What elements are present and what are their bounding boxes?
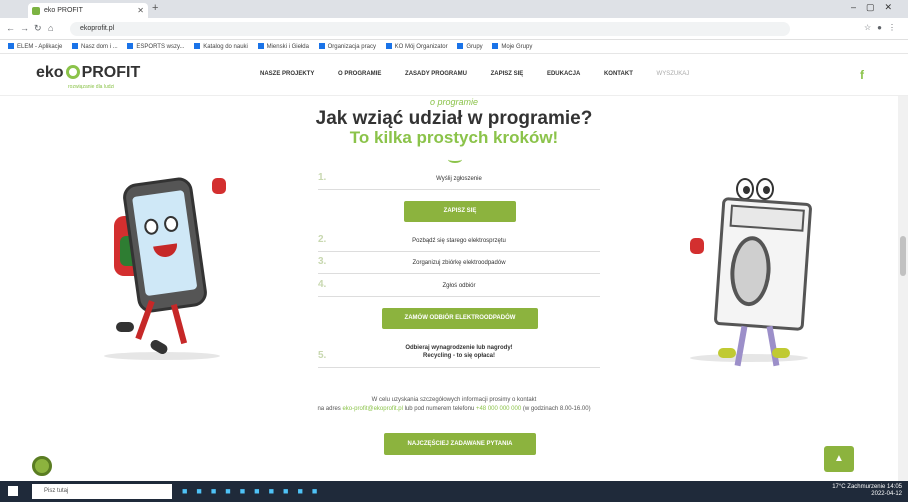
site-logo[interactable]: eko PROFIT rozwiązanie dla ludzi (36, 64, 140, 90)
taskbar-search-input[interactable]: Pisz tutaj (32, 484, 172, 499)
phone-shoe (116, 322, 134, 332)
browser-tab-bar: eko PROFIT ✕ + –▢✕ (0, 0, 908, 18)
phone-thumbs-up-icon (212, 178, 226, 194)
bookmark-item[interactable]: Moje Grupy (492, 40, 532, 53)
tray-time: 14:05 (886, 484, 902, 490)
step-4: 4. Zgłoś odbiór (318, 279, 600, 297)
bookmark-item[interactable]: ESPORTS wszy... (127, 40, 185, 53)
bookmark-item[interactable]: KO Mój Organizator (385, 40, 448, 53)
scroll-top-button[interactable]: ▲ (824, 446, 854, 472)
washer-shoe (718, 348, 736, 358)
washer-eye-left (736, 178, 754, 200)
bookmarks-bar: ELEM - Aplikacje Nasz dom i ... ESPORTS … (0, 40, 908, 54)
bookmark-item[interactable]: ELEM - Aplikacje (8, 40, 62, 53)
step-text: Pozbądź się starego elektrosprzętu (412, 238, 506, 244)
washer-eye-right (756, 178, 774, 200)
tab-title: eko PROFIT (44, 7, 83, 14)
step-1: 1. Wyślij zgłoszenie (318, 172, 600, 190)
menu-item-rules[interactable]: ZASADY PROGRAMU (405, 71, 467, 77)
facebook-icon[interactable]: f (860, 68, 864, 82)
browser-menu-icon[interactable]: ☆●⋮ (864, 23, 902, 32)
new-tab-icon[interactable]: + (152, 2, 158, 14)
site-header: eko PROFIT rozwiązanie dla ludzi NASZE PR… (0, 54, 908, 96)
order-pickup-button[interactable]: ZAMÓW ODBIÓR ELEKTROODPADÓW (382, 308, 538, 329)
close-tab-icon[interactable]: ✕ (137, 3, 144, 18)
step-text: Wyślij zgłoszenie (436, 176, 482, 182)
reload-icon[interactable]: ↻ (34, 23, 42, 34)
window-controls[interactable]: –▢✕ (851, 2, 902, 13)
step-text: Zgłoś odbiór (442, 283, 476, 289)
bookmark-item[interactable]: Katalog do nauki (194, 40, 248, 53)
step-text: Odbieraj wynagrodzenie lub nagrody! Recy… (405, 345, 513, 359)
menu-item-projects[interactable]: NASZE PROJEKTY (260, 71, 314, 77)
washer-shoe (772, 348, 790, 358)
bookmark-item[interactable]: Nasz dom i ... (72, 40, 118, 53)
browser-tab[interactable]: eko PROFIT ✕ (28, 3, 148, 18)
logo-tagline: rozwiązanie dla ludzi (68, 84, 115, 90)
bookmark-item[interactable]: Grupy (457, 40, 483, 53)
step-5: 5. Odbieraj wynagrodzenie lub nagrody! R… (318, 342, 600, 368)
address-bar-row: ← → ↻ ⌂ ekoprofit.pl ☆●⋮ (0, 18, 908, 40)
faq-button[interactable]: NAJCZĘŚCIEJ ZADAWANE PYTANIA (384, 433, 536, 455)
main-menu: NASZE PROJEKTY O PROGRAMIE ZASADY PROGRA… (260, 71, 711, 77)
menu-item-contact[interactable]: KONTAKT (604, 71, 633, 77)
system-tray[interactable]: 17°C Zachmurzenie 14:05 2022-04-12 (832, 484, 902, 498)
tray-date: 2022-04-12 (871, 491, 902, 497)
menu-item-signup[interactable]: ZAPISZ SIĘ (491, 71, 524, 77)
contact-email-link[interactable]: eko-profit@ekoprofit.pl (342, 406, 402, 412)
bookmark-item[interactable]: Mienski i Giełda (257, 40, 309, 53)
menu-item-search[interactable]: WYSZUKAJ (657, 71, 690, 77)
url-input[interactable]: ekoprofit.pl (70, 22, 790, 36)
washer-mascot-illustration (713, 197, 813, 331)
back-icon[interactable]: ← (6, 23, 15, 33)
menu-item-education[interactable]: EDUKACJA (547, 71, 580, 77)
home-icon[interactable]: ⌂ (48, 23, 53, 33)
windows-start-icon[interactable] (8, 486, 18, 496)
step-2: 2. Pozbądź się starego elektrosprzętu (318, 234, 600, 252)
forward-icon[interactable]: → (20, 23, 29, 33)
favicon-icon (32, 7, 40, 15)
phone-mascot-illustration (121, 175, 209, 315)
page-title: Jak wziąć udział w programie? (315, 108, 593, 129)
step-text: Zorganizuj zbiórkę elektroodpadów (412, 260, 506, 266)
contact-phone-link[interactable]: +48 000 000 000 (476, 406, 521, 412)
washer-shadow (690, 354, 808, 362)
taskbar-apps[interactable]: ■■■■■■■■■■ (182, 486, 326, 496)
section-pretitle: o programie (429, 97, 479, 107)
accessibility-button[interactable] (32, 456, 52, 476)
page-scrollbar[interactable] (898, 96, 908, 481)
windows-taskbar: Pisz tutaj ■■■■■■■■■■ 17°C Zachmurzenie … (0, 481, 908, 502)
washer-thumbs-up-icon (690, 238, 704, 254)
contact-info: W celu uzyskania szczegółowych informacj… (317, 397, 591, 412)
contact-info-line1: W celu uzyskania szczegółowych informacj… (371, 397, 537, 403)
step-3: 3. Zorganizuj zbiórkę elektroodpadów (318, 256, 600, 274)
leaf-logo-icon (65, 65, 80, 79)
page-subtitle: To kilka prostych kroków! (349, 128, 559, 147)
bookmark-item[interactable]: Organizacja pracy (318, 40, 376, 53)
tray-weather: 17°C Zachmurzenie (832, 484, 886, 490)
leaf-divider-icon (448, 156, 462, 163)
scrollbar-thumb[interactable] (900, 236, 906, 276)
phone-leg (170, 303, 188, 345)
menu-item-about[interactable]: O PROGRAMIE (338, 71, 381, 77)
signup-button[interactable]: ZAPISZ SIĘ (404, 201, 516, 222)
